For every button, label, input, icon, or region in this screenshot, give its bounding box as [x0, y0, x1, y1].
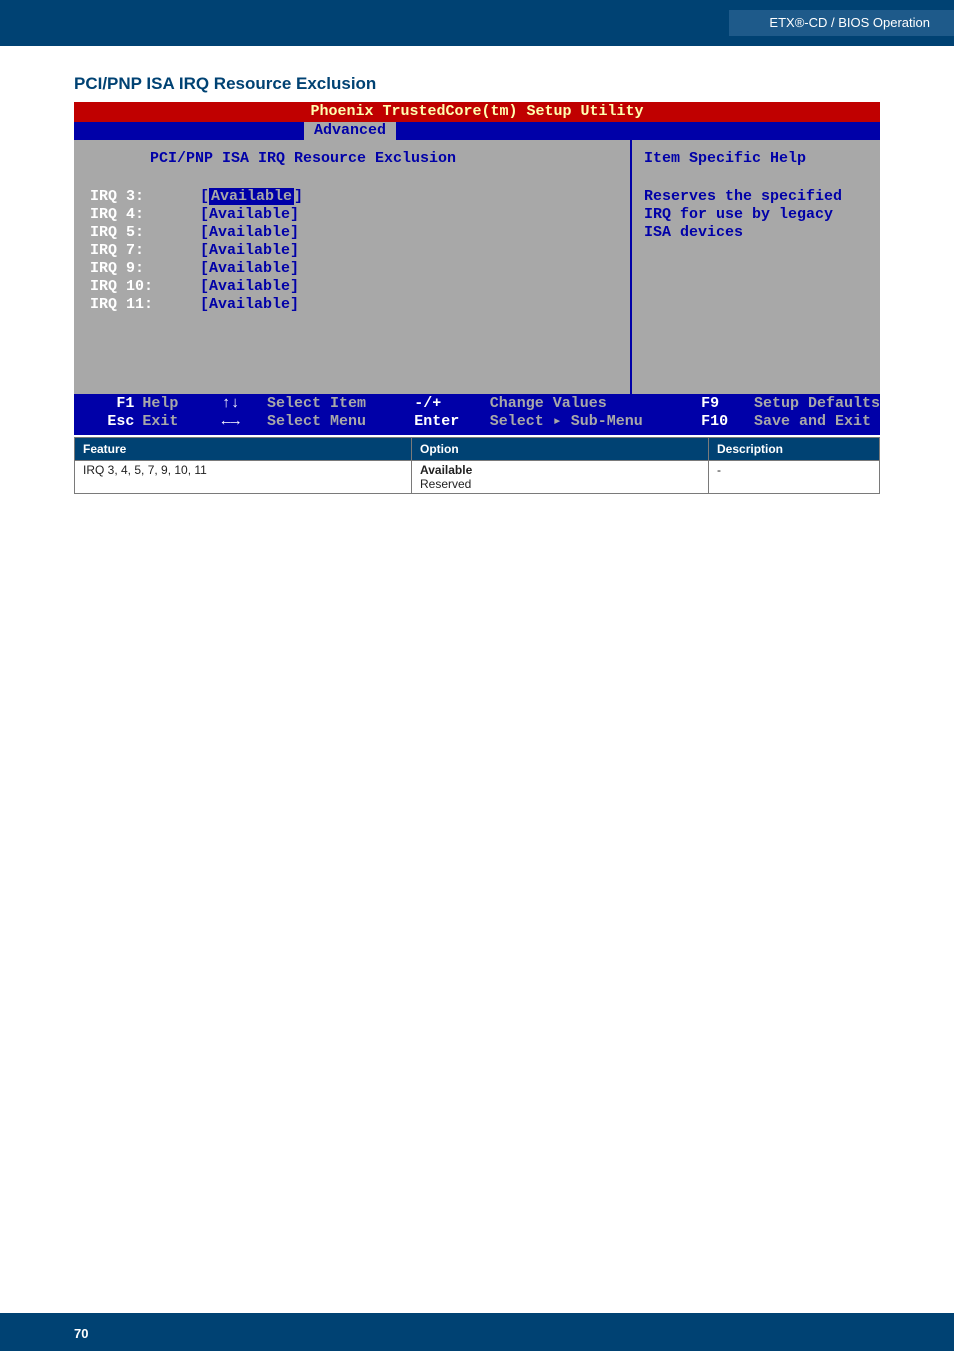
bios-tab-bar: Advanced	[74, 122, 880, 140]
irq-row-3[interactable]: IRQ 3: [Available]	[90, 188, 630, 206]
irq-label: IRQ 11:	[90, 296, 200, 314]
irq-value[interactable]: [Available]	[200, 188, 303, 206]
table-row: IRQ 3, 4, 5, 7, 9, 10, 11 AvailableReser…	[75, 461, 880, 494]
help-text-line: Reserves the specified	[644, 188, 868, 206]
irq-row-5[interactable]: IRQ 5: [Available]	[90, 224, 630, 242]
cell-option: AvailableReserved	[412, 461, 709, 494]
irq-label: IRQ 10:	[90, 278, 200, 296]
bios-main-panel: PCI/PNP ISA IRQ Resource Exclusion IRQ 3…	[74, 140, 630, 394]
tab-advanced[interactable]: Advanced	[304, 122, 396, 140]
irq-label: IRQ 9:	[90, 260, 200, 278]
feature-table: Feature Option Description IRQ 3, 4, 5, …	[74, 437, 880, 494]
bios-screenshot: Phoenix TrustedCore(tm) Setup Utility Ad…	[74, 102, 880, 435]
irq-label: IRQ 5:	[90, 224, 200, 242]
page-number: 70	[74, 1326, 88, 1341]
irq-row-7[interactable]: IRQ 7: [Available]	[90, 242, 630, 260]
irq-value[interactable]: [Available]	[200, 242, 299, 260]
bios-help-panel: Item Specific Help Reserves the specifie…	[630, 140, 880, 394]
irq-row-9[interactable]: IRQ 9: [Available]	[90, 260, 630, 278]
col-feature: Feature	[75, 438, 412, 461]
bios-page-title: PCI/PNP ISA IRQ Resource Exclusion	[90, 150, 630, 168]
bios-utility-title: Phoenix TrustedCore(tm) Setup Utility	[74, 102, 880, 122]
irq-row-4[interactable]: IRQ 4: [Available]	[90, 206, 630, 224]
footer-bar: 70	[0, 1313, 954, 1351]
irq-value[interactable]: [Available]	[200, 206, 299, 224]
irq-label: IRQ 3:	[90, 188, 200, 206]
cell-feature: IRQ 3, 4, 5, 7, 9, 10, 11	[75, 461, 412, 494]
col-description: Description	[709, 438, 880, 461]
bios-key-legend: F1Esc HelpExit ↑↓←→ Select ItemSelect Me…	[74, 394, 880, 432]
bios-help-title: Item Specific Help	[644, 150, 868, 168]
help-text-line: IRQ for use by legacy	[644, 206, 868, 224]
irq-value[interactable]: [Available]	[200, 260, 299, 278]
irq-value[interactable]: [Available]	[200, 224, 299, 242]
irq-label: IRQ 4:	[90, 206, 200, 224]
breadcrumb: ETX®-CD / BIOS Operation	[729, 10, 954, 36]
irq-value[interactable]: [Available]	[200, 278, 299, 296]
help-text-line: ISA devices	[644, 224, 868, 242]
section-title: PCI/PNP ISA IRQ Resource Exclusion	[74, 74, 880, 94]
top-header-bar: ETX®-CD / BIOS Operation	[0, 0, 954, 46]
col-option: Option	[412, 438, 709, 461]
irq-row-11[interactable]: IRQ 11: [Available]	[90, 296, 630, 314]
irq-row-10[interactable]: IRQ 10: [Available]	[90, 278, 630, 296]
irq-value[interactable]: [Available]	[200, 296, 299, 314]
irq-label: IRQ 7:	[90, 242, 200, 260]
cell-description: -	[709, 461, 880, 494]
